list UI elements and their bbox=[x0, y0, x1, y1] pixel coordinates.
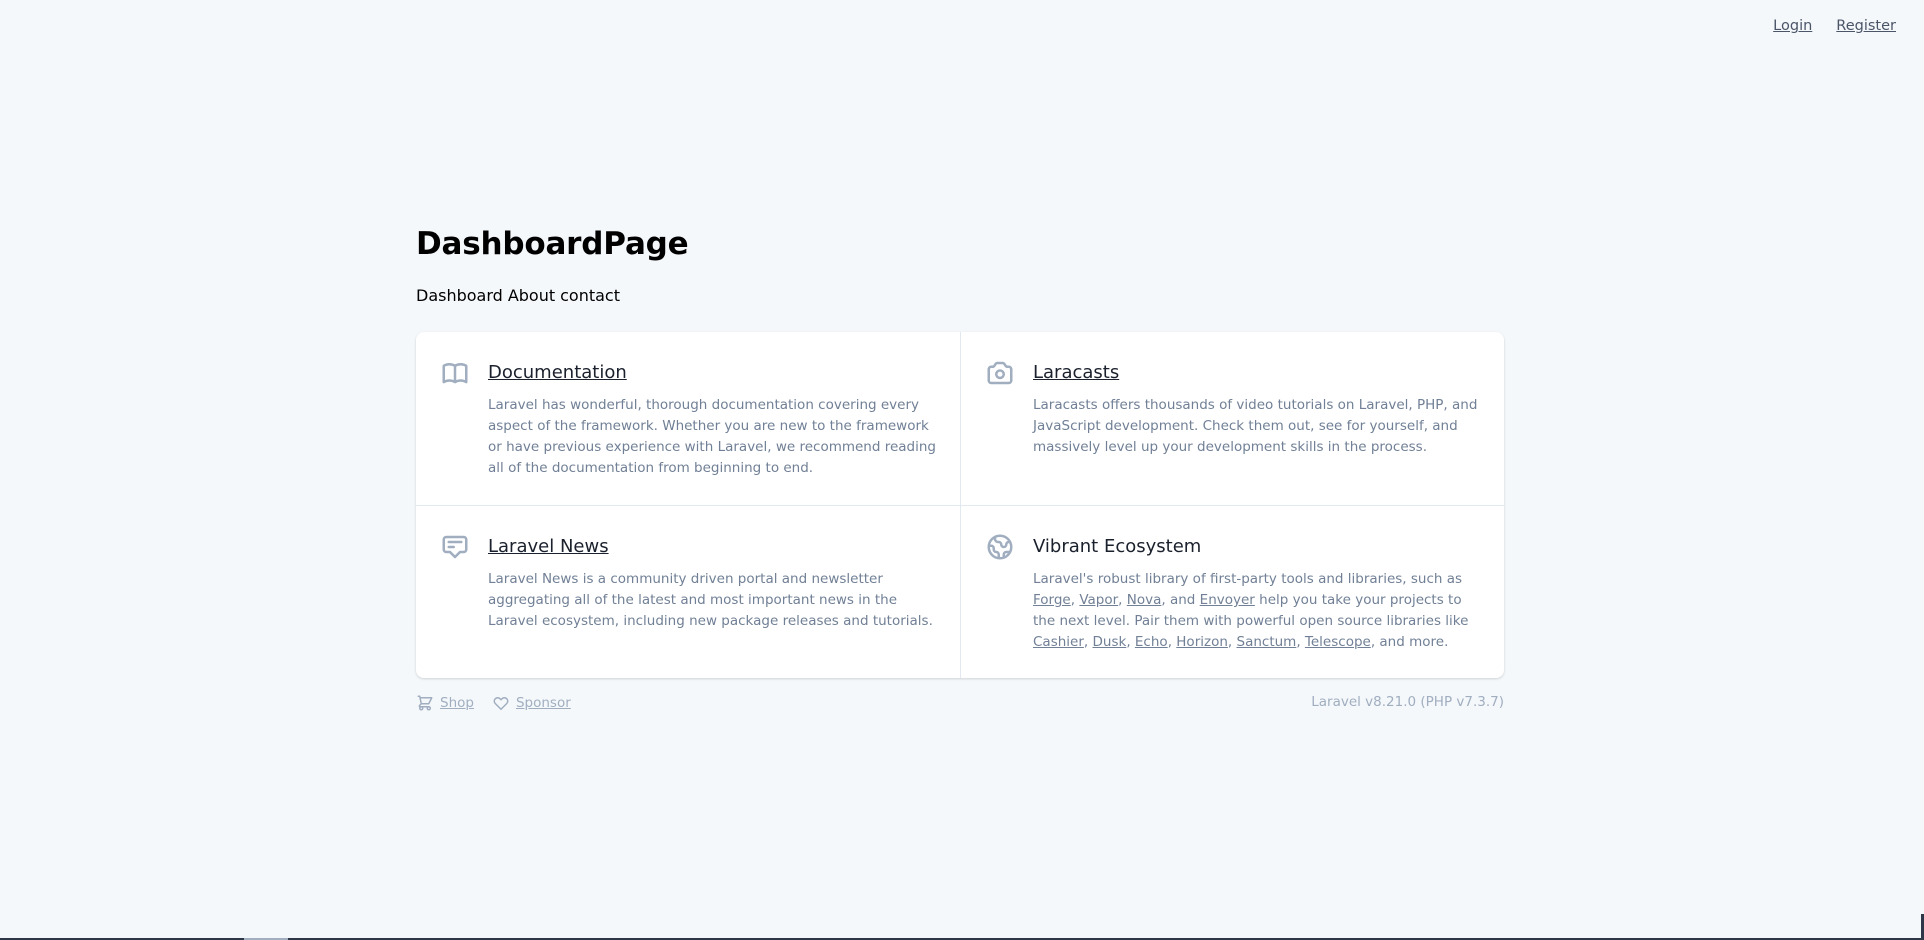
version-info: Laravel v8.21.0 (PHP v7.3.7) bbox=[1311, 694, 1504, 710]
laravel-news-link[interactable]: Laravel News bbox=[488, 536, 609, 557]
horizon-link[interactable]: Horizon bbox=[1176, 634, 1228, 650]
subnav-dashboard-link[interactable]: Dashboard bbox=[416, 286, 503, 305]
globe-icon bbox=[985, 532, 1015, 562]
feature-laracasts: Laracasts Laracasts offers thousands of … bbox=[960, 332, 1504, 505]
documentation-description: Laravel has wonderful, thorough document… bbox=[488, 397, 936, 476]
top-nav: Login Register bbox=[1773, 18, 1896, 34]
sponsor-link[interactable]: Sponsor bbox=[516, 695, 571, 711]
echo-link[interactable]: Echo bbox=[1135, 634, 1168, 650]
features-card: Documentation Laravel has wonderful, tho… bbox=[416, 332, 1504, 678]
footer: Shop Sponsor Laravel v8.21.0 (PHP v7.3.7… bbox=[416, 694, 1504, 712]
subnav-contact-link[interactable]: contact bbox=[560, 286, 620, 305]
page-title: DashboardPage bbox=[416, 226, 689, 262]
shop-item: Shop bbox=[416, 694, 474, 712]
feature-ecosystem: Vibrant Ecosystem Laravel's robust libra… bbox=[960, 505, 1504, 678]
nova-link[interactable]: Nova bbox=[1127, 592, 1162, 608]
documentation-link[interactable]: Documentation bbox=[488, 362, 627, 383]
laravel-news-description: Laravel News is a community driven porta… bbox=[488, 571, 933, 629]
sanctum-link[interactable]: Sanctum bbox=[1237, 634, 1297, 650]
dusk-link[interactable]: Dusk bbox=[1093, 634, 1127, 650]
main-content: DashboardPage Dashboard About contact Do… bbox=[416, 226, 1504, 712]
chat-bubble-icon bbox=[440, 532, 470, 562]
heart-icon bbox=[493, 697, 509, 711]
cart-icon bbox=[417, 695, 433, 711]
camera-icon bbox=[985, 358, 1015, 388]
book-icon bbox=[440, 358, 470, 388]
shop-link[interactable]: Shop bbox=[440, 695, 474, 711]
sub-nav: Dashboard About contact bbox=[416, 286, 1504, 305]
laracasts-link[interactable]: Laracasts bbox=[1033, 362, 1119, 383]
feature-laravel-news: Laravel News Laravel News is a community… bbox=[416, 505, 960, 678]
laracasts-description: Laracasts offers thousands of video tuto… bbox=[1033, 397, 1478, 455]
envoyer-link[interactable]: Envoyer bbox=[1200, 592, 1255, 608]
telescope-link[interactable]: Telescope bbox=[1305, 634, 1371, 650]
vapor-link[interactable]: Vapor bbox=[1079, 592, 1118, 608]
register-link[interactable]: Register bbox=[1836, 18, 1896, 34]
forge-link[interactable]: Forge bbox=[1033, 592, 1071, 608]
sponsor-item: Sponsor bbox=[492, 694, 571, 712]
footer-links: Shop Sponsor bbox=[416, 694, 571, 712]
login-link[interactable]: Login bbox=[1773, 18, 1812, 34]
ecosystem-description: Laravel's robust library of first-party … bbox=[1033, 571, 1469, 650]
feature-documentation: Documentation Laravel has wonderful, tho… bbox=[416, 332, 960, 505]
subnav-about-link[interactable]: About bbox=[508, 286, 555, 305]
ecosystem-title: Vibrant Ecosystem bbox=[1033, 536, 1202, 557]
cashier-link[interactable]: Cashier bbox=[1033, 634, 1084, 650]
